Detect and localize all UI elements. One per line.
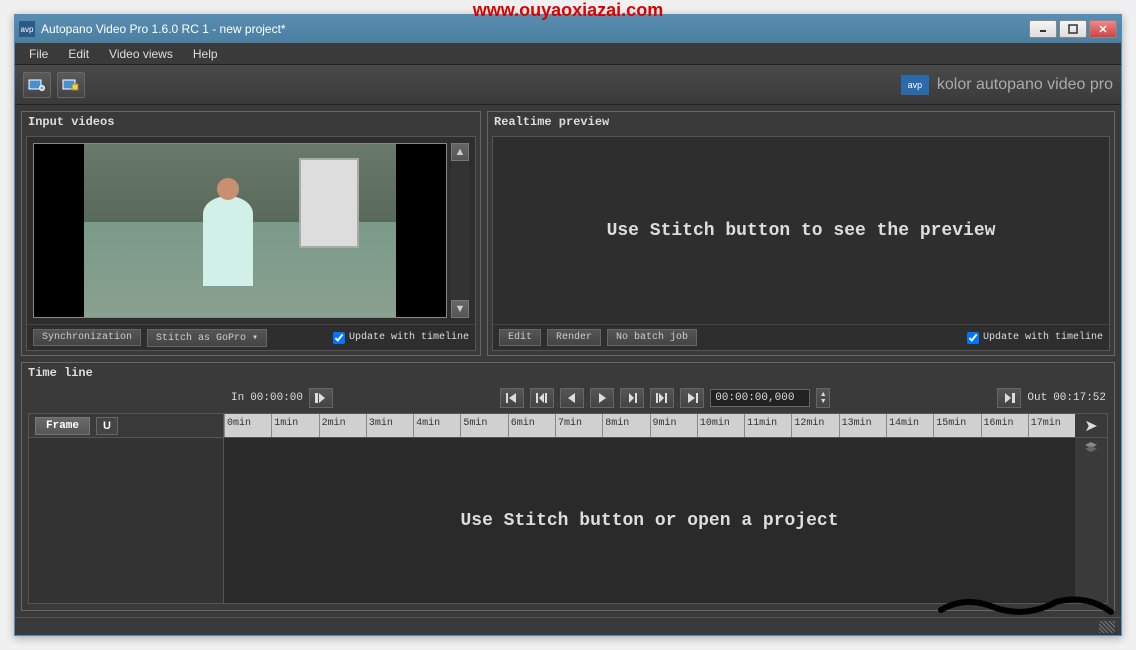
menu-edit[interactable]: Edit xyxy=(58,44,99,64)
ruler-tick: 7min xyxy=(555,414,602,437)
app-icon: avp xyxy=(19,21,35,37)
preview-update-label: Update with timeline xyxy=(983,332,1103,343)
in-label: In xyxy=(231,392,244,404)
ruler-tick: 0min xyxy=(224,414,271,437)
video-thumbnail[interactable] xyxy=(33,143,447,318)
ruler-tick: 14min xyxy=(886,414,933,437)
scroll-up-icon[interactable]: ▲ xyxy=(451,143,469,161)
thumb-scrollbar[interactable]: ▲ ▼ xyxy=(451,143,469,318)
brand: avp kolor autopano video pro xyxy=(901,75,1113,95)
frame-button[interactable]: Frame xyxy=(35,417,90,435)
ruler-tick: 1min xyxy=(271,414,318,437)
statusbar xyxy=(15,617,1121,635)
preview-update-timeline-checkbox[interactable]: Update with timeline xyxy=(967,332,1103,344)
out-time: 00:17:52 xyxy=(1053,392,1106,404)
close-button[interactable] xyxy=(1089,20,1117,38)
ruler-tick: 11min xyxy=(744,414,791,437)
render-button[interactable]: Render xyxy=(547,329,601,346)
set-out-button[interactable] xyxy=(997,388,1021,408)
preview-panel-title: Realtime preview xyxy=(488,112,1114,132)
ruler-tick: 13min xyxy=(839,414,886,437)
ruler-tick: 3min xyxy=(366,414,413,437)
step-fwd-button[interactable] xyxy=(650,388,674,408)
ruler-tick: 8min xyxy=(602,414,649,437)
timeline-title: Time line xyxy=(22,363,1114,383)
out-label: Out xyxy=(1027,392,1047,404)
timeline-track-labels xyxy=(29,438,224,603)
minimize-button[interactable] xyxy=(1029,20,1057,38)
ruler-tick: 2min xyxy=(319,414,366,437)
scroll-down-icon[interactable]: ▼ xyxy=(451,300,469,318)
app-window: avp Autopano Video Pro 1.6.0 RC 1 - new … xyxy=(14,14,1122,636)
preview-update-checkbox-box[interactable] xyxy=(967,332,979,344)
timeline-controls: In 00:00:00 ▲▼ Out 00:17:52 xyxy=(22,383,1114,413)
prev-frame-button[interactable] xyxy=(560,388,584,408)
maximize-button[interactable] xyxy=(1059,20,1087,38)
step-back-button[interactable] xyxy=(530,388,554,408)
tool-open-project[interactable] xyxy=(57,72,85,98)
input-videos-panel: Input videos ▲ ▼ xyxy=(21,111,481,356)
pointer-tool-icon[interactable]: ➤ xyxy=(1084,416,1097,436)
batch-job-button[interactable]: No batch job xyxy=(607,329,697,346)
brand-text: kolor autopano video pro xyxy=(937,76,1113,94)
brand-icon: avp xyxy=(901,75,929,95)
ruler-tick: 15min xyxy=(933,414,980,437)
synchronization-button[interactable]: Synchronization xyxy=(33,329,141,346)
timeline-panel: Time line In 00:00:00 ▲▼ Out 00:17:5 xyxy=(21,362,1115,611)
current-time-input[interactable] xyxy=(710,389,810,407)
ruler-tick: 17min xyxy=(1028,414,1075,437)
input-panel-title: Input videos xyxy=(22,112,480,132)
input-update-timeline-checkbox[interactable]: Update with timeline xyxy=(333,332,469,344)
go-end-button[interactable] xyxy=(680,388,704,408)
ruler-tick: 5min xyxy=(460,414,507,437)
ruler-tick: 12min xyxy=(791,414,838,437)
window-title: Autopano Video Pro 1.6.0 RC 1 - new proj… xyxy=(41,22,1029,36)
ruler-tick: 16min xyxy=(981,414,1028,437)
edit-button[interactable]: Edit xyxy=(499,329,541,346)
ruler-tick: 10min xyxy=(697,414,744,437)
input-update-label: Update with timeline xyxy=(349,332,469,343)
resize-grip-icon[interactable] xyxy=(1099,621,1115,633)
input-update-checkbox-box[interactable] xyxy=(333,332,345,344)
timeline-message: Use Stitch button or open a project xyxy=(224,438,1075,603)
play-button[interactable] xyxy=(590,388,614,408)
ruler-tick: 4min xyxy=(413,414,460,437)
ruler-tick: 9min xyxy=(650,414,697,437)
magnet-button[interactable]: U xyxy=(96,417,118,435)
layers-tool-icon[interactable] xyxy=(1083,440,1099,456)
ruler-tick: 6min xyxy=(508,414,555,437)
main-area: Input videos ▲ ▼ xyxy=(15,105,1121,617)
in-time: 00:00:00 xyxy=(250,392,303,404)
next-frame-button[interactable] xyxy=(620,388,644,408)
preview-message: Use Stitch button to see the preview xyxy=(493,137,1109,324)
timeline-ruler[interactable]: 0min1min2min3min4min5min6min7min8min9min… xyxy=(224,414,1075,437)
go-start-button[interactable] xyxy=(500,388,524,408)
realtime-preview-panel: Realtime preview Use Stitch button to se… xyxy=(487,111,1115,356)
menu-file[interactable]: File xyxy=(19,44,58,64)
menu-video-views[interactable]: Video views xyxy=(99,44,183,64)
stitch-gopro-button[interactable]: Stitch as GoPro ▾ xyxy=(147,329,267,347)
tool-add-video[interactable] xyxy=(23,72,51,98)
menubar: File Edit Video views Help xyxy=(15,43,1121,65)
menu-help[interactable]: Help xyxy=(183,44,228,64)
toolbar: avp kolor autopano video pro xyxy=(15,65,1121,105)
time-stepper[interactable]: ▲▼ xyxy=(816,388,830,408)
set-in-button[interactable] xyxy=(309,388,333,408)
watermark-text: www.ouyaoxiazai.com xyxy=(473,0,663,21)
